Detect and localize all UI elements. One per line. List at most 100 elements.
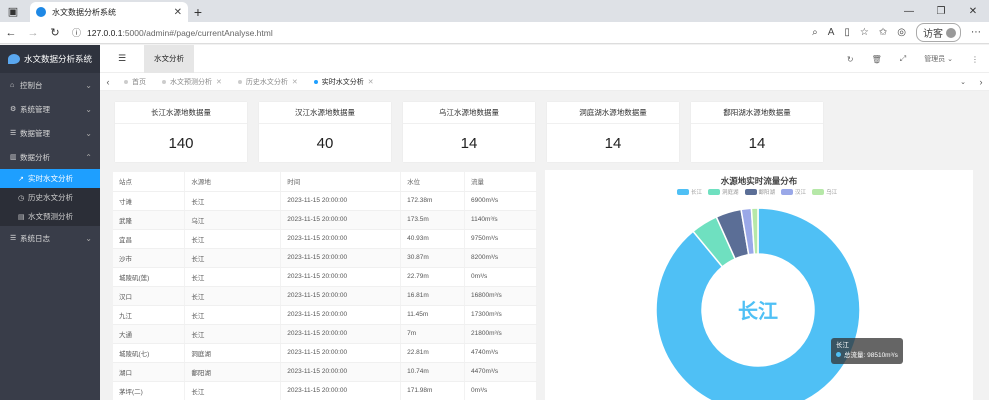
trash-icon[interactable]: 🗑 (872, 55, 882, 64)
table-cell: 洞庭湖 (184, 343, 282, 363)
table-row[interactable]: 城陵矶(莲) 长江 2023-11-15 20:00:00 22.79m 0m³/s (113, 267, 537, 287)
url-host: 127.0.0.1 (87, 27, 123, 38)
table-cell: 汉口 (113, 286, 186, 306)
sidebar-subitem-predict[interactable]: ▤ 水文预测分析 (0, 207, 100, 226)
read-aloud-icon[interactable]: A (828, 27, 835, 38)
close-icon[interactable]: ✕ (292, 78, 298, 86)
table-row[interactable]: 湖口 鄱阳湖 2023-11-15 20:00:00 10.74m 4470m³/s (113, 362, 537, 382)
avatar (946, 27, 956, 38)
tab-label: 历史水文分析 (245, 78, 288, 86)
header-active-tab[interactable]: 水文分析 (144, 44, 194, 73)
refresh-icon[interactable]: ↻ (847, 55, 854, 64)
stat-card: 洞庭湖水源地数据量 14 (547, 102, 679, 162)
sidebar-item-logs[interactable]: ☰ 系统日志 ⌄ (0, 226, 100, 250)
table-row[interactable]: 沙市 长江 2023-11-15 20:00:00 30.87m 8200m³/s (113, 248, 537, 268)
close-icon[interactable]: ✕ (368, 78, 374, 86)
table-cell: 长江 (184, 286, 282, 306)
chevron-down-icon: ⌄ (85, 128, 92, 138)
tab-home[interactable]: 首页 (116, 77, 154, 87)
column-header[interactable]: 时间 (280, 172, 402, 192)
tabs-dropdown-icon[interactable]: ⌄ (955, 78, 971, 86)
sidebar-item-analysis[interactable]: ▥ 数据分析 ⌃ (0, 145, 100, 169)
tab-predict[interactable]: 水文预测分析 ✕ (154, 77, 230, 87)
table-cell: 16.81m (400, 286, 466, 306)
column-header[interactable]: 站点 (113, 172, 186, 192)
table-row[interactable]: 茅坪(二) 长江 2023-11-15 20:00:00 171.98m 0m³/s (113, 381, 537, 400)
tab-realtime[interactable]: 实时水文分析 ✕ (306, 77, 382, 87)
chevron-down-icon: ⌄ (85, 80, 92, 90)
table-row[interactable]: 武隆 乌江 2023-11-15 20:00:00 173.5m 1140m³/s (113, 210, 537, 230)
database-icon: ▤ (18, 213, 25, 221)
hydrology-table: 站点 水源地 时间 水位 流量 寸滩 长江 2023-11-15 20:00:00 1… (113, 172, 537, 400)
app-logo[interactable]: 水文数据分析系统 (0, 45, 100, 73)
guest-profile-button[interactable]: 访客 (916, 23, 961, 42)
close-tab-icon[interactable]: ✕ (174, 7, 182, 18)
table-row[interactable]: 九江 长江 2023-11-15 20:00:00 11.45m 17300m³/s (113, 305, 537, 325)
close-icon[interactable]: ✕ (216, 78, 222, 86)
browser-tab[interactable]: 水文数据分析系统 ✕ (30, 2, 188, 22)
sidebar-subitem-label: 水文预测分析 (28, 212, 73, 221)
back-icon[interactable]: ← (0, 27, 22, 39)
reload-icon[interactable]: ↻ (44, 26, 66, 39)
minimize-icon[interactable]: — (893, 0, 925, 22)
sidebar-subitem-realtime[interactable]: ↗ 实时水文分析 (0, 169, 100, 188)
sidebar-item-data[interactable]: ☰ 数据管理 ⌄ (0, 121, 100, 145)
table-cell: 城陵矶(莲) (113, 267, 186, 287)
more-icon[interactable]: ⋯ (971, 27, 981, 38)
table-row[interactable]: 大通 长江 2023-11-15 20:00:00 7m 21800m³/s (113, 324, 537, 344)
table-cell: 171.98m (400, 381, 466, 400)
tabs-scroll-left-icon[interactable]: ‹ (100, 77, 116, 87)
column-header[interactable]: 水位 (400, 172, 466, 192)
url-field[interactable]: ⓘ 127.0.0.1:5000/admin#/page/currentAnal… (66, 25, 812, 41)
table-row[interactable]: 汉口 长江 2023-11-15 20:00:00 16.81m 16800m³/s (113, 286, 537, 306)
zoom-icon[interactable]: ⌕ (812, 27, 818, 38)
table-cell: 沙市 (113, 248, 186, 268)
table-cell: 长江 (184, 305, 282, 325)
list-icon: ☰ (10, 130, 17, 137)
forward-icon[interactable]: → (22, 27, 44, 39)
favorites-bar-icon[interactable]: ✩ (879, 27, 887, 38)
table-row[interactable]: 城陵矶(七) 洞庭湖 2023-11-15 20:00:00 22.81m 4740m³… (113, 343, 537, 363)
table-cell: 173.5m (400, 210, 466, 230)
window-menu-icon[interactable]: ▣ (0, 0, 26, 22)
new-tab-icon[interactable]: + (188, 2, 208, 22)
tab-history[interactable]: 历史水文分析 ✕ (230, 77, 306, 87)
sidebar-item-label: 系统日志 (20, 233, 50, 243)
card-value: 40 (316, 134, 334, 152)
table-cell: 22.81m (400, 343, 466, 363)
fullscreen-icon[interactable]: ⤢ (900, 54, 906, 64)
favorite-icon[interactable]: ☆ (860, 27, 869, 38)
table-cell: 长江 (184, 229, 282, 249)
more-vertical-icon[interactable]: ⋮ (971, 55, 979, 64)
menu-toggle-icon[interactable]: ☰ (100, 53, 144, 64)
sidebar-item-system[interactable]: ⚙ 系统管理 ⌄ (0, 97, 100, 121)
table-cell: 寸滩 (113, 191, 186, 211)
guest-label: 访客 (923, 29, 943, 40)
table-cell: 22.79m (400, 267, 466, 287)
split-screen-icon[interactable]: ▯ (844, 27, 850, 38)
stat-card: 乌江水源地数据量 14 (403, 102, 535, 162)
sidebar-item-dashboard[interactable]: ⌂ 控制台 ⌄ (0, 73, 100, 97)
user-menu[interactable]: 管理员 ⌄ (924, 54, 953, 64)
restore-icon[interactable]: ❐ (925, 0, 957, 22)
tab-dot (124, 79, 128, 84)
sidebar-subitem-label: 实时水文分析 (28, 174, 73, 183)
table-cell: 九江 (113, 305, 186, 325)
tabs-scroll-right-icon[interactable]: › (973, 77, 989, 87)
sidebar: 水文数据分析系统 ⌂ 控制台 ⌄ ⚙ 系统管理 ⌄ ☰ 数据管理 ⌄ ▥ 数据分… (0, 45, 100, 400)
table-row[interactable]: 寸滩 长江 2023-11-15 20:00:00 172.38m 6900m³/s (113, 191, 537, 211)
table-cell: 0m³/s (464, 267, 537, 287)
column-header[interactable]: 水源地 (184, 172, 282, 192)
chevron-down-icon: ⌄ (85, 104, 92, 114)
pie-chart: 长江 (655, 207, 861, 400)
extension-icon[interactable]: ◎ (897, 27, 906, 38)
close-window-icon[interactable]: ✕ (957, 0, 989, 22)
table-cell: 长江 (184, 324, 282, 344)
table-cell: 11.45m (400, 305, 466, 325)
sidebar-subitem-history[interactable]: ◷ 历史水文分析 (0, 188, 100, 207)
table-row[interactable]: 宜昌 长江 2023-11-15 20:00:00 40.93m 9750m³/s (113, 229, 537, 249)
card-title: 乌江水源地数据量 (403, 102, 535, 124)
table-cell: 4740m³/s (464, 343, 537, 363)
info-icon[interactable]: ⓘ (72, 26, 81, 39)
column-header[interactable]: 流量 (464, 172, 537, 192)
